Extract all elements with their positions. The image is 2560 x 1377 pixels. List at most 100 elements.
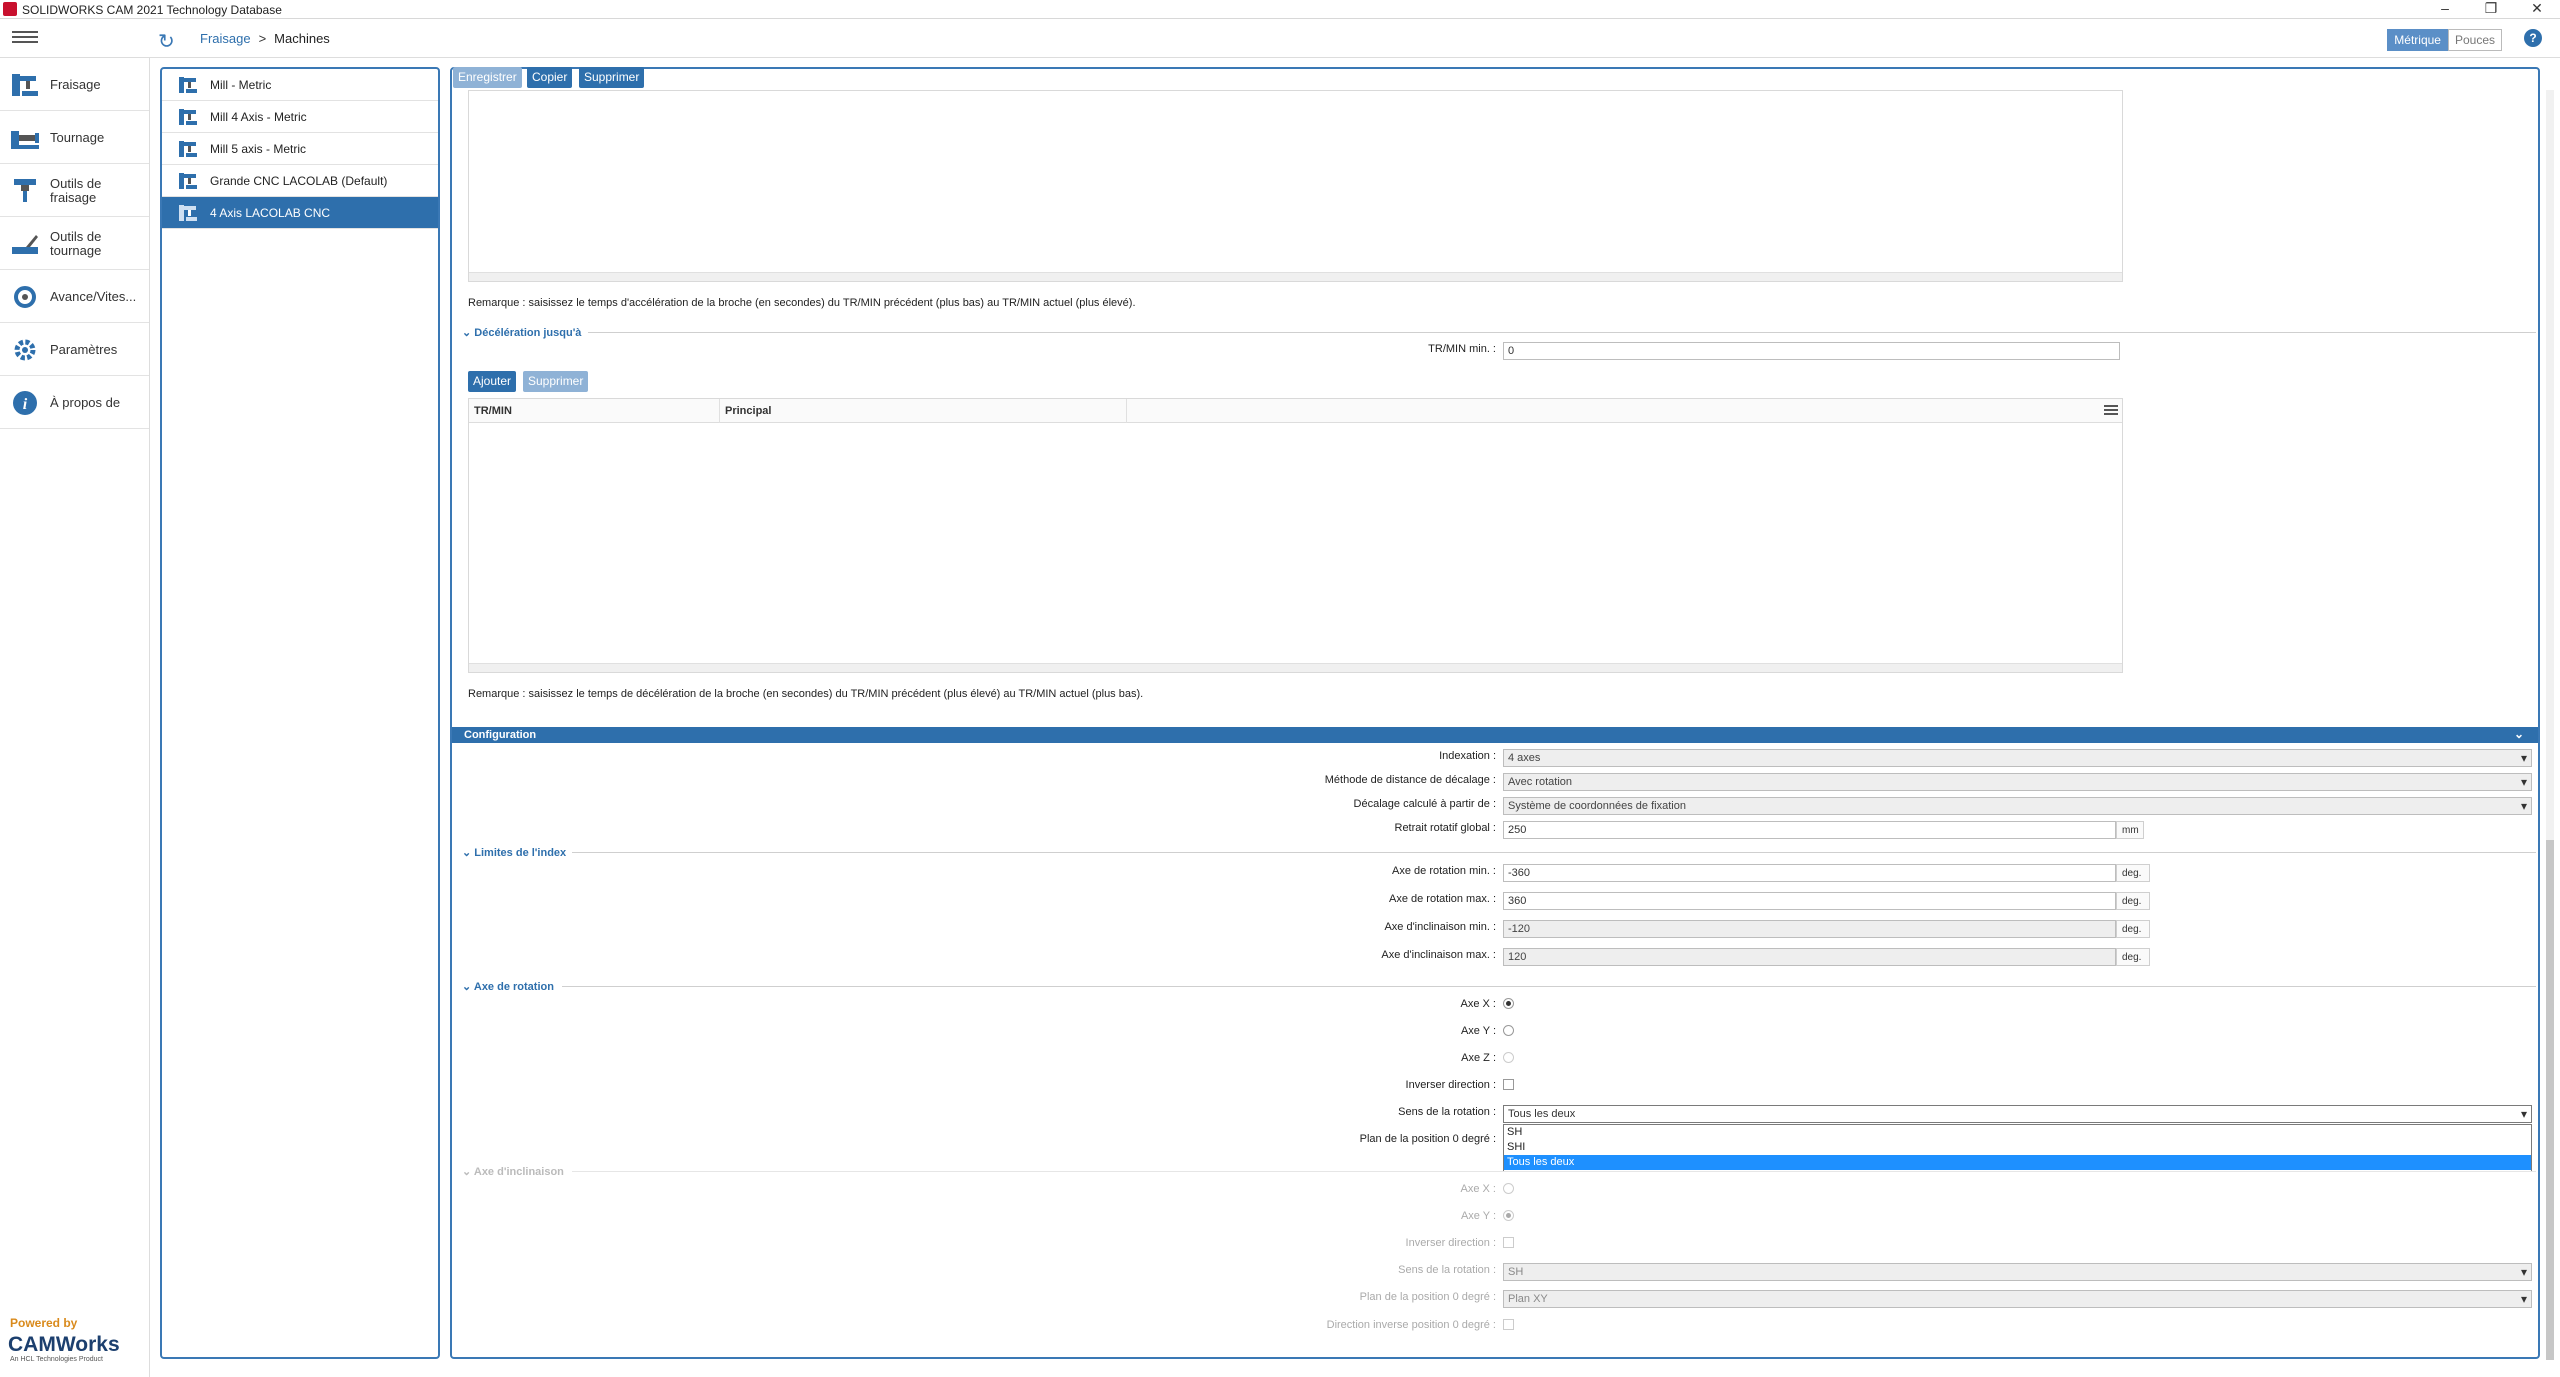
indexation-select[interactable]: 4 axes (1503, 749, 2532, 767)
rotation-min-unit: deg. (2116, 864, 2150, 882)
tilt-axis-header: ⌄ Axe d'inclinaison (462, 1166, 564, 1178)
unit-toggle: Métrique Pouces (2387, 29, 2502, 51)
offset-method-select[interactable]: Avec rotation (1503, 773, 2532, 791)
configuration-header-label: Configuration (464, 729, 537, 741)
add-row-button[interactable]: Ajouter (468, 371, 517, 392)
hamburger-menu-icon[interactable] (12, 28, 38, 48)
machine-icon (179, 109, 197, 125)
window-title: SOLIDWORKS CAM 2021 Technology Database (22, 3, 282, 17)
machine-label: Mill 4 Axis - Metric (210, 110, 307, 124)
machine-item-mill-metric[interactable]: Mill - Metric (162, 69, 438, 101)
tilt-axis-y-radio[interactable] (1503, 1210, 1514, 1221)
copy-button[interactable]: Copier (527, 67, 573, 88)
left-navigation: Fraisage Tournage Outils de fraisage Out… (0, 58, 150, 1377)
tilt-axis-header-label: Axe d'inclinaison (473, 1166, 564, 1178)
acceleration-grid[interactable] (468, 90, 2123, 282)
rotation-axis-z-radio[interactable] (1503, 1052, 1514, 1063)
nav-label-fraisage: Fraisage (50, 76, 101, 92)
dropdown-option-shi[interactable]: SHI (1504, 1140, 2531, 1155)
breadcrumb-root-link[interactable]: Fraisage (200, 31, 251, 46)
nav-item-outils-tournage[interactable]: Outils de tournage (0, 217, 149, 270)
machine-icon (179, 173, 197, 189)
tilt-reverse-label: Direction inverse position 0 degré : (1326, 1319, 1496, 1331)
tilt-axis-x-radio[interactable] (1503, 1183, 1514, 1194)
rotation-axis-x-radio[interactable] (1503, 998, 1514, 1009)
nav-item-parametres[interactable]: Paramètres (0, 323, 149, 376)
rotation-sense-label: Sens de la rotation : (1398, 1106, 1496, 1118)
gear-icon (14, 339, 36, 361)
rotation-axis-header[interactable]: ⌄ Axe de rotation (462, 980, 554, 993)
metric-unit-button[interactable]: Métrique (2387, 29, 2448, 51)
rotation-invert-checkbox[interactable] (1503, 1079, 1514, 1090)
machine-item-mill-5-axis[interactable]: Mill 5 axis - Metric (162, 133, 438, 165)
rotation-axis-header-label: Axe de rotation (473, 981, 554, 993)
rotation-max-label: Axe de rotation max. : (1389, 893, 1496, 905)
offset-from-select[interactable]: Système de coordonnées de fixation (1503, 797, 2532, 815)
camworks-tagline: An HCL Technologies Product (10, 1356, 103, 1363)
rotation-sense-dropdown[interactable]: SH SHI Tous les deux (1503, 1124, 2532, 1172)
rotation-max-input[interactable]: 360 (1503, 892, 2116, 910)
rotation-min-label: Axe de rotation min. : (1392, 865, 1496, 877)
nav-label-tournage: Tournage (50, 129, 105, 145)
powered-by-label: Powered by (10, 1316, 78, 1330)
deceleration-grid[interactable]: TR/MIN Principal (468, 398, 2123, 673)
grid-horizontal-scrollbar[interactable] (469, 663, 2122, 672)
refresh-icon[interactable]: ↻ (158, 29, 175, 54)
rotation-axis-y-radio[interactable] (1503, 1025, 1514, 1036)
grid-horizontal-scrollbar[interactable] (469, 272, 2122, 281)
dropdown-option-sh[interactable]: SH (1504, 1125, 2531, 1140)
nav-label-parametres: Paramètres (50, 341, 118, 357)
rotation-min-input[interactable]: -360 (1503, 864, 2116, 882)
machine-icon (179, 205, 197, 221)
section-divider (588, 332, 2536, 333)
rotation-sense-select[interactable]: Tous les deux (1503, 1105, 2532, 1123)
machine-list-panel: Mill - Metric Mill 4 Axis - Metric Mill … (160, 67, 440, 1359)
dropdown-option-tous-les-deux[interactable]: Tous les deux (1504, 1155, 2531, 1170)
nav-item-a-propos[interactable]: i À propos de (0, 376, 149, 429)
nav-item-fraisage[interactable]: Fraisage (0, 58, 149, 111)
acceleration-note: Remarque : saisissez le temps d'accéléra… (468, 297, 1136, 309)
help-icon[interactable]: ? (2524, 29, 2542, 47)
nav-label-avance-vitesse: Avance/Vites... (50, 288, 137, 304)
milling-machine-icon (12, 74, 38, 96)
nav-item-tournage[interactable]: Tournage (0, 111, 149, 164)
tilt-max-input[interactable]: 120 (1503, 948, 2116, 966)
configuration-header[interactable]: Configuration ⌄ (452, 727, 2538, 743)
machine-item-mill-4-axis[interactable]: Mill 4 Axis - Metric (162, 101, 438, 133)
svg-text:i: i (23, 396, 28, 413)
minimize-button[interactable]: – (2422, 0, 2468, 19)
restore-button[interactable]: ❐ (2468, 0, 2514, 19)
retract-unit: mm (2116, 821, 2144, 839)
machine-item-grande-cnc[interactable]: Grande CNC LACOLAB (Default) (162, 165, 438, 197)
column-menu-icon[interactable] (2104, 403, 2118, 417)
tilt-invert-checkbox[interactable] (1503, 1237, 1514, 1248)
machine-label: Mill 5 axis - Metric (210, 142, 307, 156)
tilt-min-input[interactable]: -120 (1503, 920, 2116, 938)
close-button[interactable]: ✕ (2514, 0, 2560, 19)
index-limits-header[interactable]: ⌄ Limites de l'index (462, 846, 566, 859)
deceleration-header-label: Décélération jusqu'à (474, 327, 582, 339)
delete-button[interactable]: Supprimer (579, 67, 645, 88)
offset-from-label: Décalage calculé à partir de : (1353, 798, 1496, 810)
section-divider (572, 852, 2536, 853)
tilt-reverse-checkbox[interactable] (1503, 1319, 1514, 1330)
deceleration-header[interactable]: ⌄ Décélération jusqu'à (462, 326, 581, 339)
global-retract-label: Retrait rotatif global : (1394, 822, 1497, 834)
machine-item-4-axis-lacolab[interactable]: 4 Axis LACOLAB CNC (162, 197, 438, 229)
scrollbar-thumb[interactable] (2546, 840, 2554, 1360)
rpm-min-input[interactable]: 0 (1503, 342, 2120, 360)
nav-label-outils-fraisage: Outils de fraisage (50, 175, 102, 205)
machine-label: 4 Axis LACOLAB CNC (210, 206, 331, 220)
column-header-rpm[interactable]: TR/MIN (469, 399, 720, 423)
nav-item-avance-vitesse[interactable]: Avance/Vites... (0, 270, 149, 323)
tilt-sense-select[interactable]: SH (1503, 1263, 2532, 1281)
vertical-scrollbar[interactable] (2546, 90, 2554, 1360)
save-button[interactable]: Enregistrer (453, 67, 522, 88)
nav-item-outils-fraisage[interactable]: Outils de fraisage (0, 164, 149, 217)
indexation-label: Indexation : (1439, 750, 1496, 762)
tilt-plane-select[interactable]: Plan XY (1503, 1290, 2532, 1308)
column-header-principal[interactable]: Principal (720, 399, 1127, 423)
inch-unit-button[interactable]: Pouces (2447, 29, 2502, 51)
global-retract-input[interactable]: 250 (1503, 821, 2116, 839)
delete-row-button[interactable]: Supprimer (523, 371, 589, 392)
